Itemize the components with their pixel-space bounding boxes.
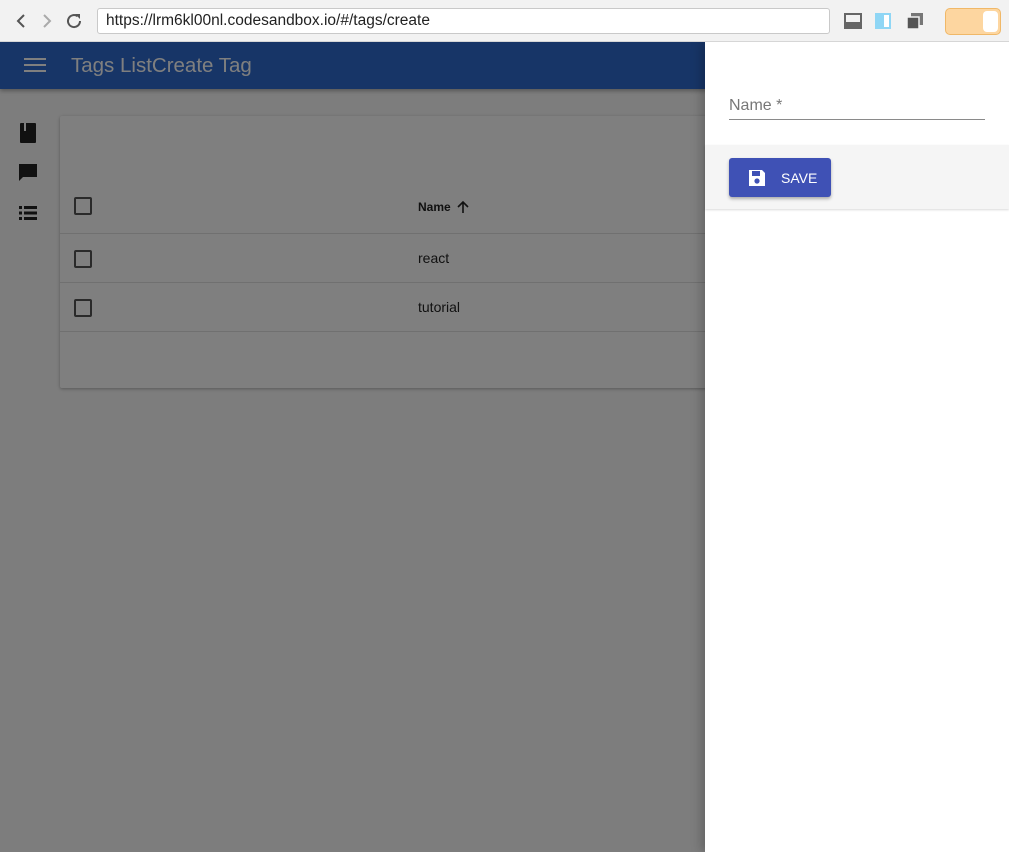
- save-button-label: SAVE: [781, 169, 818, 186]
- form-toolbar: SAVE: [705, 145, 1009, 209]
- admin-app: Tags ListCreate Tag Name react tutorial: [0, 42, 1009, 852]
- chevron-left-icon: [16, 14, 25, 28]
- name-field[interactable]: [729, 94, 985, 120]
- toggle-knob: [983, 11, 998, 32]
- save-icon: [749, 169, 765, 186]
- panel-bottom-icon[interactable]: [843, 11, 863, 31]
- forward-button[interactable]: [37, 10, 57, 32]
- chevron-right-icon: [43, 14, 52, 28]
- create-tag-drawer: Name * SAVE: [705, 42, 1009, 852]
- back-button[interactable]: [11, 10, 31, 32]
- save-button[interactable]: SAVE: [729, 158, 831, 197]
- extension-toggle[interactable]: [945, 8, 1001, 35]
- panel-side-icon[interactable]: [873, 11, 893, 31]
- url-bar[interactable]: https://lrm6kl00nl.codesandbox.io/#/tags…: [97, 8, 830, 34]
- reload-icon: [67, 14, 82, 29]
- reload-button[interactable]: [64, 10, 84, 32]
- windows-icon[interactable]: [905, 11, 925, 31]
- browser-toolbar: https://lrm6kl00nl.codesandbox.io/#/tags…: [0, 0, 1009, 42]
